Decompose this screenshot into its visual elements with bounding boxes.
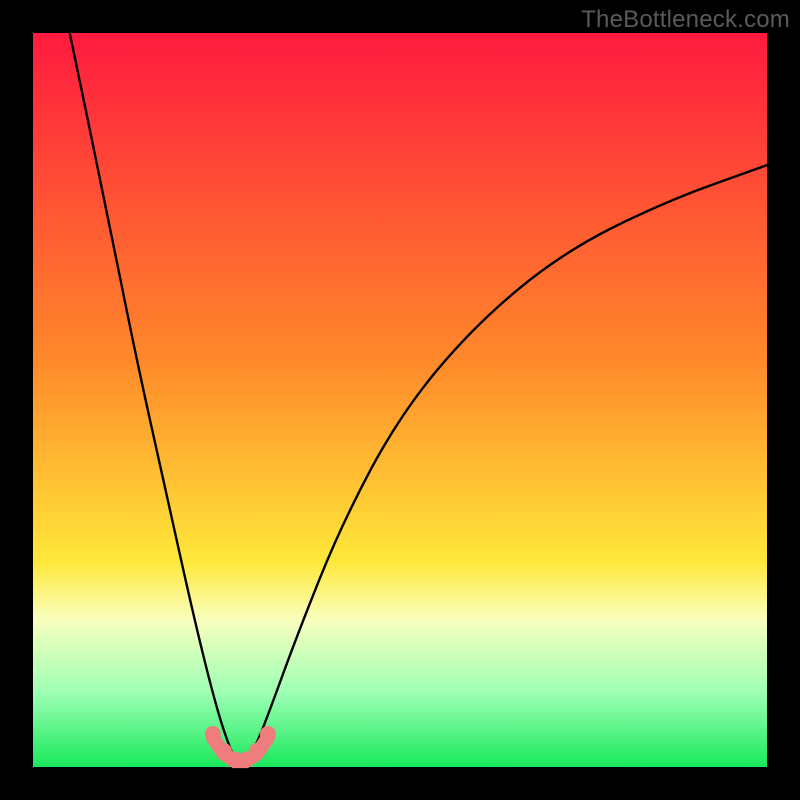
marker-dot: [205, 726, 221, 742]
watermark-text: TheBottleneck.com: [581, 6, 790, 34]
marker-dot: [260, 726, 276, 742]
marker-dot: [249, 743, 265, 759]
bottleneck-curve: [70, 33, 767, 761]
chart-svg: [33, 33, 767, 767]
outer-frame: TheBottleneck.com: [0, 0, 800, 800]
plot-area: [33, 33, 767, 767]
